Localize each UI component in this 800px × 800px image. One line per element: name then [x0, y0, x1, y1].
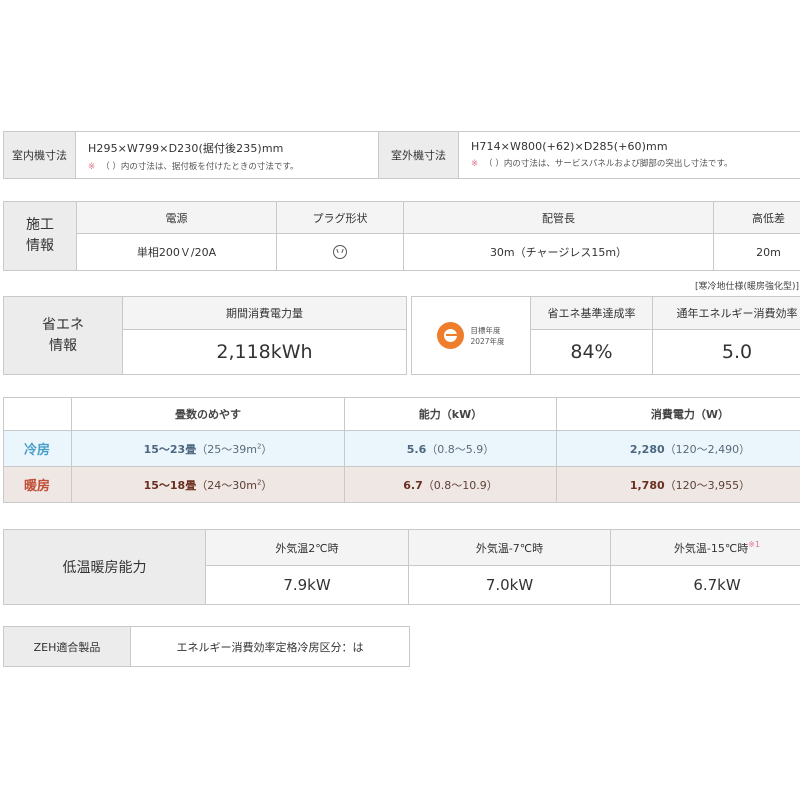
- low-temp-2c-header: 外気温2℃時: [205, 529, 409, 566]
- low-temp-2c-value: 7.9kW: [205, 565, 409, 605]
- height-diff-header: 高低差: [713, 201, 800, 234]
- cooling-kw: 5.6（0.8～5.9）: [344, 430, 557, 467]
- indoor-dimension-note: ※ （ ）内の寸法は、据付板を付けたときの寸法です。: [88, 160, 378, 172]
- zeh-value: エネルギー消費効率定格冷房区分：は: [130, 626, 410, 667]
- target-year-label: 目標年度: [470, 325, 501, 335]
- heating-mode-label: 暖房: [3, 466, 72, 503]
- annual-power-header: 期間消費電力量: [122, 296, 407, 330]
- achievement-header: 省エネ基準達成率: [530, 296, 653, 330]
- low-temp-heating-label: 低温暖房能力: [3, 529, 206, 605]
- heating-kw: 6.7（0.8～10.9）: [344, 466, 557, 503]
- low-temp-minus15c-header: 外気温-15℃時※1: [610, 529, 800, 566]
- outdoor-dimension-cell: H714×W800(+62)×D285(+60)mm ※ （ ）内の寸法は、サービ…: [458, 131, 800, 179]
- cooling-row: 冷房 15～23畳（25～39m2） 5.6（0.8～5.9） 2,280（12…: [3, 430, 800, 467]
- cooling-tatami: 15～23畳（25～39m2）: [71, 430, 345, 467]
- pipe-length-header: 配管長: [403, 201, 714, 234]
- apf-header: 通年エネルギー消費効率: [652, 296, 800, 330]
- note-mark: ※: [88, 162, 96, 172]
- power-value: 単相200Ｖ/20A: [76, 233, 277, 271]
- plug-outlet-icon: [333, 245, 347, 259]
- tatami-header: 畳数のめやす: [71, 397, 345, 431]
- outdoor-dimension-label: 室外機寸法: [378, 131, 459, 179]
- indoor-dimension-value: H295×W799×D230(据付後235)mm: [88, 142, 284, 155]
- energy-efficiency-table: 目標年度 2027年度 省エネ基準達成率 通年エネルギー消費効率 84% 5.0: [411, 296, 800, 375]
- energy-info-table: 省エネ 情報 期間消費電力量 2,118kWh: [3, 296, 407, 375]
- plug-header: プラグ形状: [276, 201, 404, 234]
- low-temp-minus7c-value: 7.0kW: [408, 565, 611, 605]
- indoor-dimension-cell: H295×W799×D230(据付後235)mm ※ （ ）内の寸法は、据付板を付…: [75, 131, 379, 179]
- outdoor-note-text: （ ）内の寸法は、サービスパネルおよび脚部の突出し寸法です。: [484, 159, 733, 169]
- power-consumption-header: 消費電力（W）: [556, 397, 800, 431]
- indoor-dimension-label: 室内機寸法: [3, 131, 76, 179]
- outdoor-dimension-value: H714×W800(+62)×D285(+60)mm: [471, 140, 668, 153]
- pipe-length-value: 30m（チャージレス15m）: [403, 233, 714, 271]
- cooling-watts: 2,280（120～2,490）: [556, 430, 800, 467]
- capacity-kw-header: 能力（kW）: [344, 397, 557, 431]
- dimensions-table: 室内機寸法 H295×W799×D230(据付後235)mm ※ （ ）内の寸法は…: [3, 131, 800, 179]
- energy-info-label: 省エネ 情報: [3, 296, 123, 375]
- target-year-value: 2027年度: [470, 336, 505, 346]
- heating-watts: 1,780（120～3,955）: [556, 466, 800, 503]
- heating-tatami: 15～18畳（24～30m2）: [71, 466, 345, 503]
- achievement-value: 84%: [530, 329, 653, 375]
- cold-region-note: [寒冷地仕様(暖房強化型)]: [695, 282, 800, 292]
- energy-saving-mark-icon: [437, 322, 465, 349]
- capacity-table: 畳数のめやす 能力（kW） 消費電力（W） 冷房 15～23畳（25～39m2）…: [3, 397, 800, 503]
- footnote-ref: ※1: [748, 539, 761, 549]
- low-temp-minus15c-value: 6.7kW: [610, 565, 800, 605]
- target-year-mark: 目標年度 2027年度: [411, 296, 531, 375]
- mode-header-empty: [3, 397, 72, 431]
- zeh-label: ZEH適合製品: [3, 626, 131, 667]
- power-header: 電源: [76, 201, 277, 234]
- annual-power-value: 2,118kWh: [122, 329, 407, 375]
- low-temp-heating-table: 低温暖房能力 外気温2℃時 外気温-7℃時 外気温-15℃時※1 7.9kW 7…: [3, 529, 800, 605]
- heating-row: 暖房 15～18畳（24～30m2） 6.7（0.8～10.9） 1,780（1…: [3, 466, 800, 503]
- indoor-note-text: （ ）内の寸法は、据付板を付けたときの寸法です。: [101, 162, 299, 172]
- construction-info-label: 施工 情報: [3, 201, 77, 271]
- plug-cell: [276, 233, 404, 271]
- low-temp-minus7c-header: 外気温-7℃時: [408, 529, 611, 566]
- note-mark: ※: [471, 159, 479, 169]
- construction-info-table: 施工 情報 電源 プラグ形状 配管長 高低差 単相200Ｖ/20A 30m（チャー…: [3, 201, 800, 271]
- outdoor-dimension-note: ※ （ ）内の寸法は、サービスパネルおよび脚部の突出し寸法です。: [471, 157, 800, 169]
- zeh-table: ZEH適合製品 エネルギー消費効率定格冷房区分：は: [3, 626, 410, 667]
- apf-value: 5.0: [652, 329, 800, 375]
- height-diff-value: 20m: [713, 233, 800, 271]
- cooling-mode-label: 冷房: [3, 430, 72, 467]
